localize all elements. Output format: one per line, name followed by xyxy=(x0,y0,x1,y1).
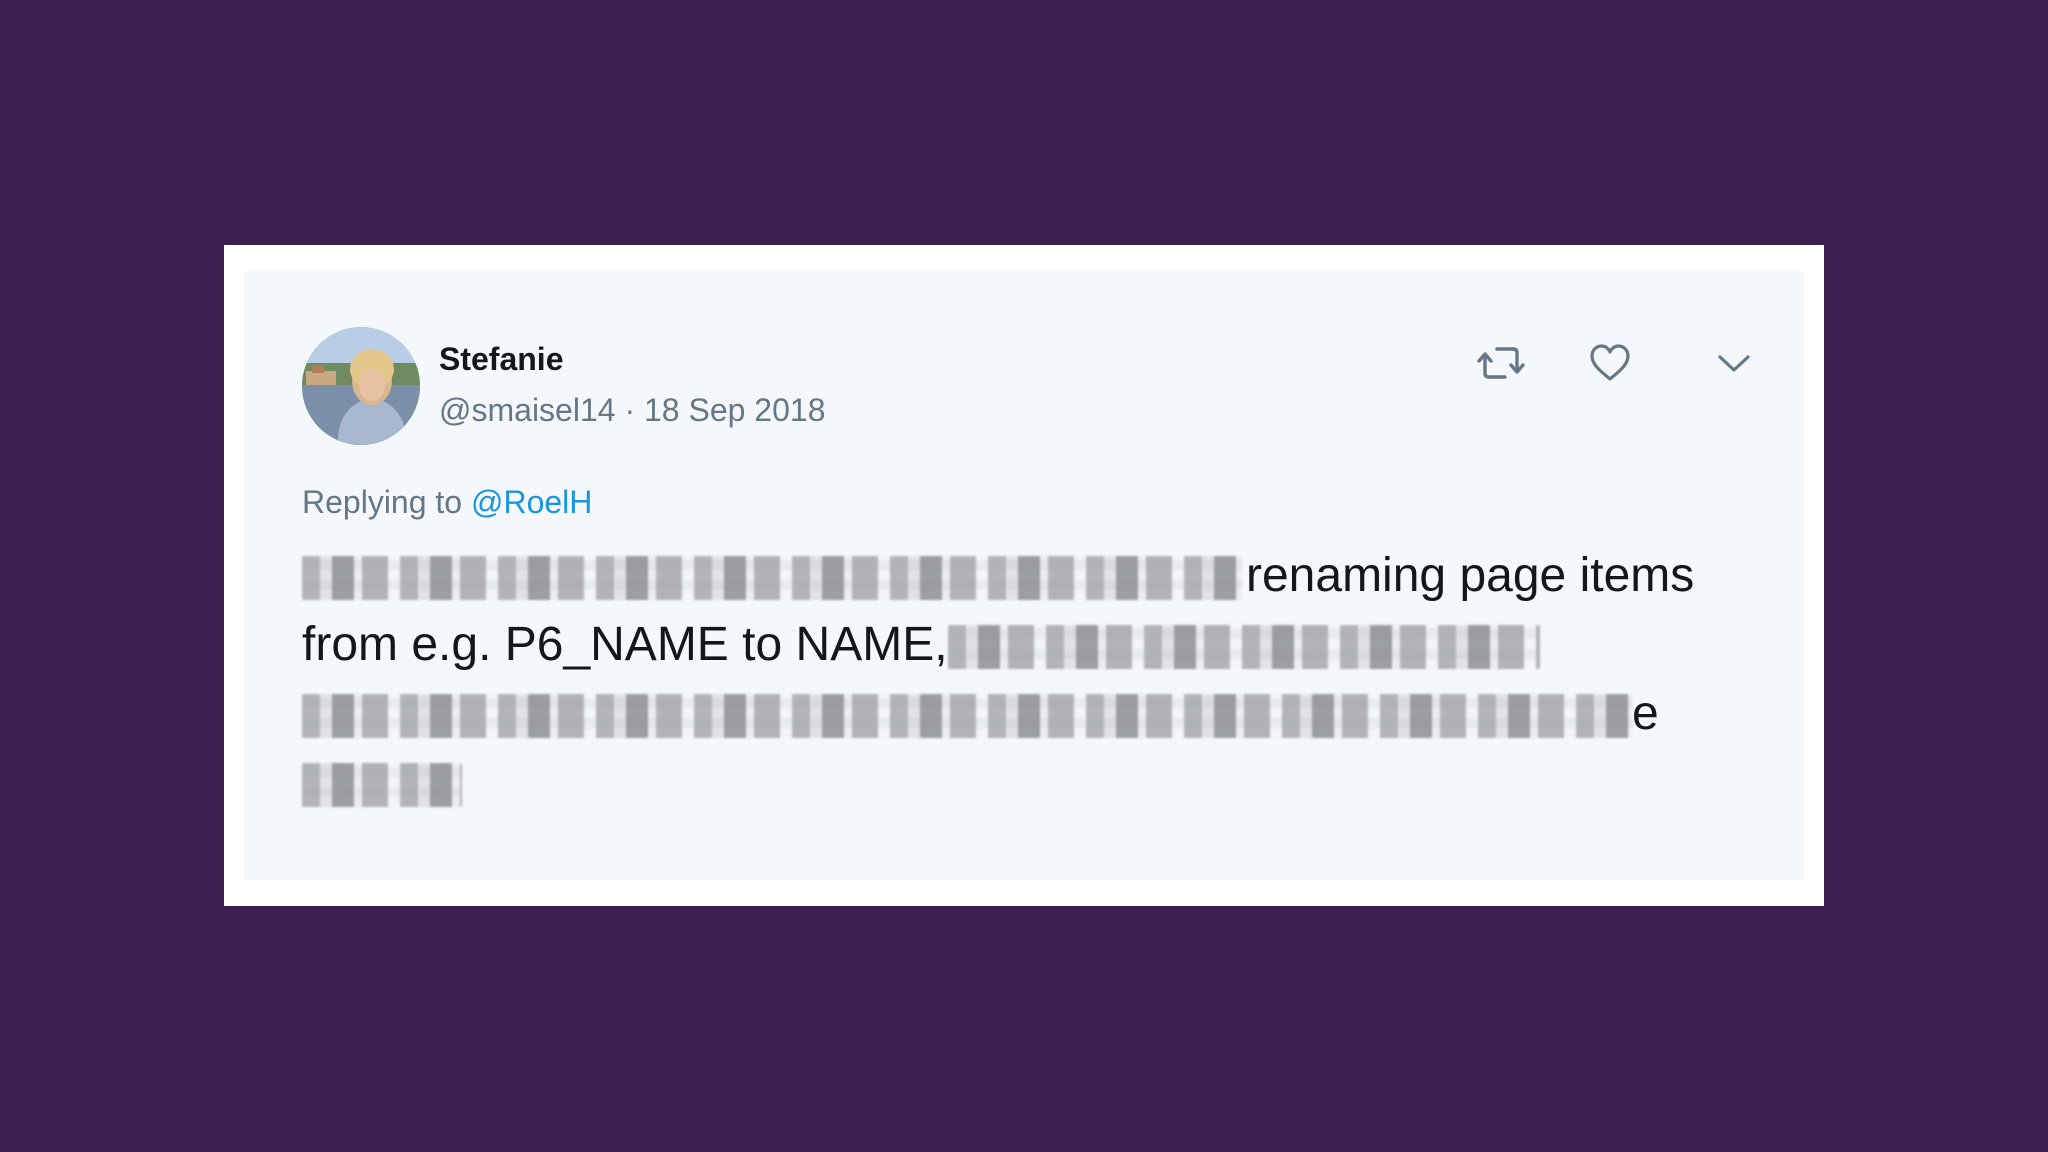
reply-prefix: Replying to xyxy=(302,484,463,520)
reply-mention-link[interactable]: @RoelH xyxy=(471,484,592,520)
handle[interactable]: @smaisel14 xyxy=(439,392,616,428)
tweet-text-fragment: e xyxy=(1632,687,1659,740)
tweet-meta: @smaisel14 · 18 Sep 2018 xyxy=(439,392,825,429)
like-button[interactable] xyxy=(1580,333,1640,393)
tweet-card: Stefanie @smaisel14 · 18 Sep 2018 Replyi… xyxy=(244,271,1804,880)
heart-icon xyxy=(1590,344,1630,381)
redacted-text xyxy=(302,694,1632,739)
tweet-text-line: renaming page items xyxy=(302,541,1752,610)
more-options-button[interactable] xyxy=(1704,333,1764,393)
meta-separator: · xyxy=(624,392,636,428)
retweet-button[interactable] xyxy=(1471,333,1531,393)
avatar[interactable] xyxy=(302,327,420,445)
avatar-photo-icon xyxy=(302,327,420,445)
redacted-text xyxy=(302,556,1242,601)
tweet-text-line: e xyxy=(302,679,1752,748)
tweet-actions xyxy=(1471,333,1764,393)
tweet-text-line xyxy=(302,748,1752,817)
tweet-text-line: from e.g. P6_NAME to NAME, xyxy=(302,610,1752,679)
redacted-text xyxy=(947,625,1540,670)
retweet-icon xyxy=(1477,347,1525,379)
tweet-text-fragment: from e.g. P6_NAME to NAME, xyxy=(302,618,948,671)
redacted-text xyxy=(302,763,462,808)
reply-context: Replying to @RoelH xyxy=(302,484,592,521)
tweet-screenshot-frame: Stefanie @smaisel14 · 18 Sep 2018 Replyi… xyxy=(224,245,1824,906)
tweet-text-fragment: renaming page items xyxy=(1246,549,1695,602)
display-name[interactable]: Stefanie xyxy=(439,341,563,378)
chevron-down-icon xyxy=(1718,355,1750,372)
tweet-date[interactable]: 18 Sep 2018 xyxy=(644,392,826,428)
page: Stefanie @smaisel14 · 18 Sep 2018 Replyi… xyxy=(0,0,2048,1152)
tweet-text: renaming page items from e.g. P6_NAME to… xyxy=(302,541,1752,817)
